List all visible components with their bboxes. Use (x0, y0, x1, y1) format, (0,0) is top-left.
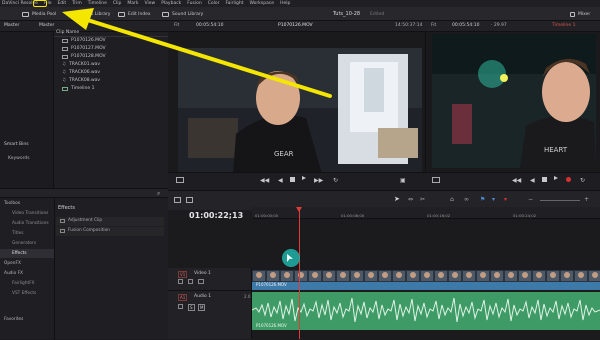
annotation-arrow (62, 8, 332, 98)
